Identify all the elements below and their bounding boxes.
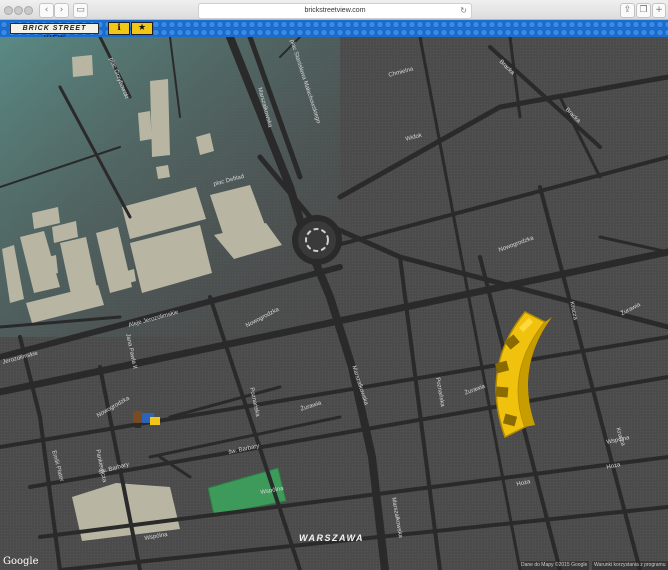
new-tab-button[interactable]: +	[652, 3, 666, 18]
brick-street-view-logo[interactable]: BRICK STREET VIEW	[10, 23, 99, 42]
star-icon[interactable]: ★	[131, 22, 153, 35]
tabs-icon[interactable]: ❐	[636, 3, 651, 18]
url-text: brickstreetview.com	[304, 7, 366, 14]
sidebar-icon[interactable]: ▭	[73, 3, 88, 18]
roundabout	[292, 215, 342, 265]
google-logo[interactable]: Google	[3, 556, 39, 567]
share-icon[interactable]: ⇪	[620, 3, 635, 18]
map-view[interactable]: plac Grzybowski plac Defilad Aleje Jeroz…	[0, 37, 668, 570]
browser-toolbar: ‹ › ▭ brickstreetview.com ↻ ⇪ ❐ +	[0, 0, 668, 20]
minimize-window-button[interactable]	[14, 6, 23, 15]
address-bar[interactable]: brickstreetview.com ↻	[198, 3, 472, 19]
info-icon[interactable]: ℹ	[108, 22, 130, 35]
city-label: WARSZAWA	[299, 533, 364, 543]
forward-icon[interactable]: ›	[54, 3, 69, 18]
zoom-window-button[interactable]	[24, 6, 33, 15]
brick-header-bar	[0, 20, 668, 37]
reload-icon[interactable]: ↻	[460, 4, 467, 18]
back-icon[interactable]: ‹	[39, 3, 54, 18]
map-data-attribution[interactable]: Dane do Mapy ©2015 Google	[519, 561, 590, 570]
close-window-button[interactable]	[4, 6, 13, 15]
terms-link[interactable]: Warunki korzystania z programu	[592, 561, 668, 570]
